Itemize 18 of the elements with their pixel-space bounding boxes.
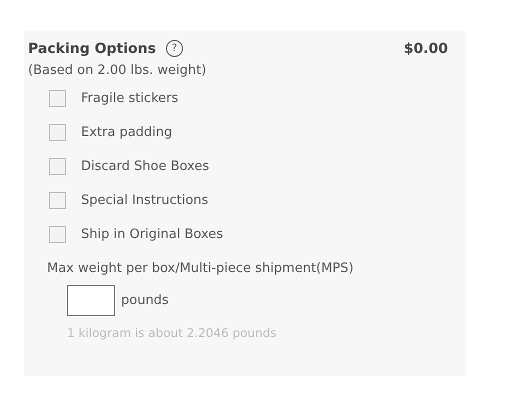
checkbox[interactable] (49, 226, 66, 243)
option-label: Extra padding (81, 125, 172, 140)
option-label: Discard Shoe Boxes (81, 159, 210, 174)
checkbox[interactable] (49, 192, 66, 209)
help-icon[interactable]: ? (166, 40, 183, 57)
checkbox[interactable] (49, 158, 66, 175)
option-label: Fragile stickers (81, 91, 178, 106)
max-weight-label: Max weight per box/Multi-piece shipment(MPS) (47, 261, 355, 276)
conversion-hint: 1 kilogram is about 2.2046 pounds (67, 326, 278, 340)
option-label: Special Instructions (81, 193, 208, 208)
checkbox[interactable] (49, 124, 66, 141)
section-title: Packing Options (28, 40, 156, 56)
price: $0.00 (404, 40, 448, 56)
option-label: Ship in Original Boxes (81, 227, 224, 242)
weight-note: (Based on 2.00 lbs. weight) (28, 63, 208, 78)
checkbox[interactable] (49, 90, 66, 107)
weight-field[interactable] (67, 285, 115, 316)
unit-label: pounds (121, 293, 169, 308)
